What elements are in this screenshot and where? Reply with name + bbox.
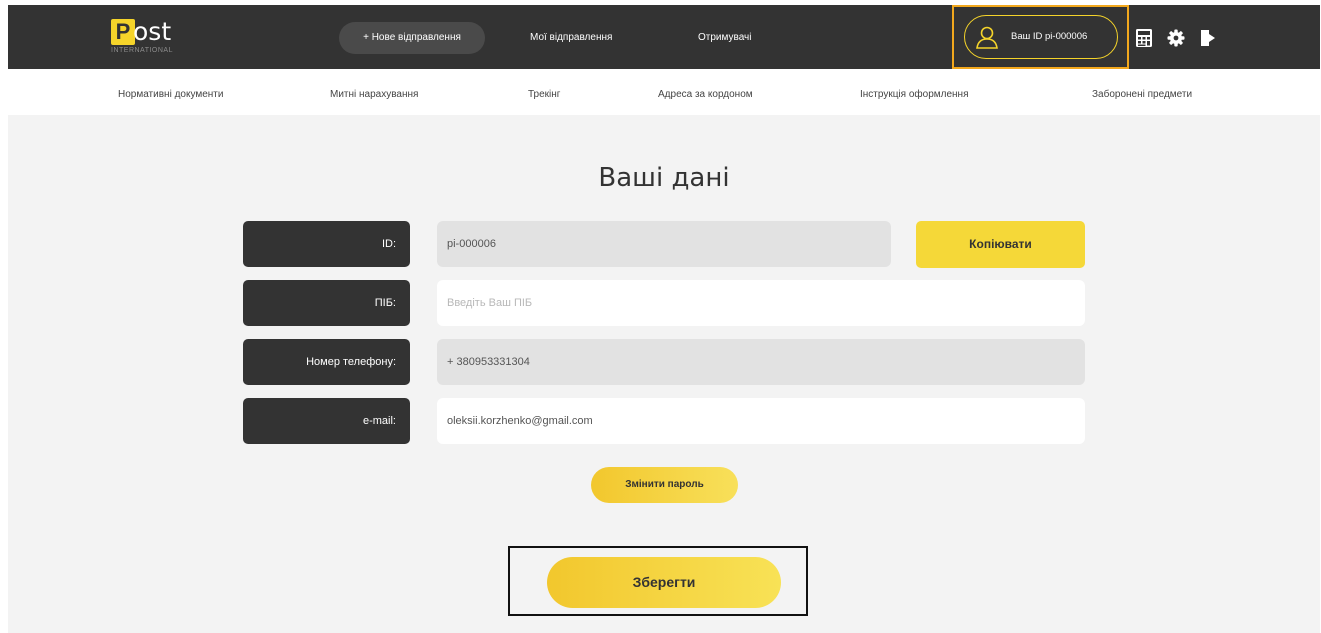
profile-section: Ваші дані ID: Копіювати ПІБ: Номер телеф…: [8, 115, 1320, 633]
email-label: e-mail:: [243, 398, 410, 444]
logout-icon[interactable]: [1198, 28, 1218, 48]
logo-letter: P: [111, 19, 135, 45]
copy-button[interactable]: Копіювати: [916, 221, 1085, 268]
user-id-button[interactable]: Ваш ID pi-000006: [964, 15, 1118, 59]
user-id-label: Ваш ID pi-000006: [1011, 31, 1088, 42]
nav-my-shipments[interactable]: Мої відправлення: [530, 22, 612, 54]
full-name-input[interactable]: [437, 280, 1085, 326]
menu-customs-charges[interactable]: Митні нарахування: [330, 69, 418, 121]
save-button[interactable]: Зберегти: [547, 557, 781, 608]
id-label: ID:: [243, 221, 410, 267]
new-shipment-button[interactable]: + Нове відправлення: [339, 22, 485, 54]
calculator-icon[interactable]: [1134, 28, 1154, 48]
logo[interactable]: P ost INTERNATIONAL: [111, 17, 201, 55]
secondary-menu: Нормативні документи Митні нарахування Т…: [8, 69, 1320, 115]
menu-tracking[interactable]: Трекінг: [528, 69, 560, 121]
user-icon: [976, 26, 998, 49]
full-name-label: ПІБ:: [243, 280, 410, 326]
email-input[interactable]: [437, 398, 1085, 444]
menu-address-abroad[interactable]: Адреса за кордоном: [658, 69, 753, 121]
id-field[interactable]: [437, 221, 891, 267]
top-navbar: P ost INTERNATIONAL + Нове відправлення …: [8, 5, 1320, 69]
phone-field[interactable]: [437, 339, 1085, 385]
gear-icon[interactable]: [1166, 28, 1186, 48]
change-password-button[interactable]: Змінити пароль: [591, 467, 738, 503]
page-title: Ваші дані: [598, 163, 730, 193]
phone-label: Номер телефону:: [243, 339, 410, 385]
menu-normative-docs[interactable]: Нормативні документи: [118, 69, 223, 121]
logo-text: ost: [133, 17, 172, 46]
menu-instructions[interactable]: Інструкція оформлення: [860, 69, 969, 121]
menu-prohibited-items[interactable]: Заборонені предмети: [1092, 69, 1192, 121]
nav-recipients[interactable]: Отримувачі: [698, 22, 751, 54]
logo-subtitle: INTERNATIONAL: [111, 47, 173, 54]
